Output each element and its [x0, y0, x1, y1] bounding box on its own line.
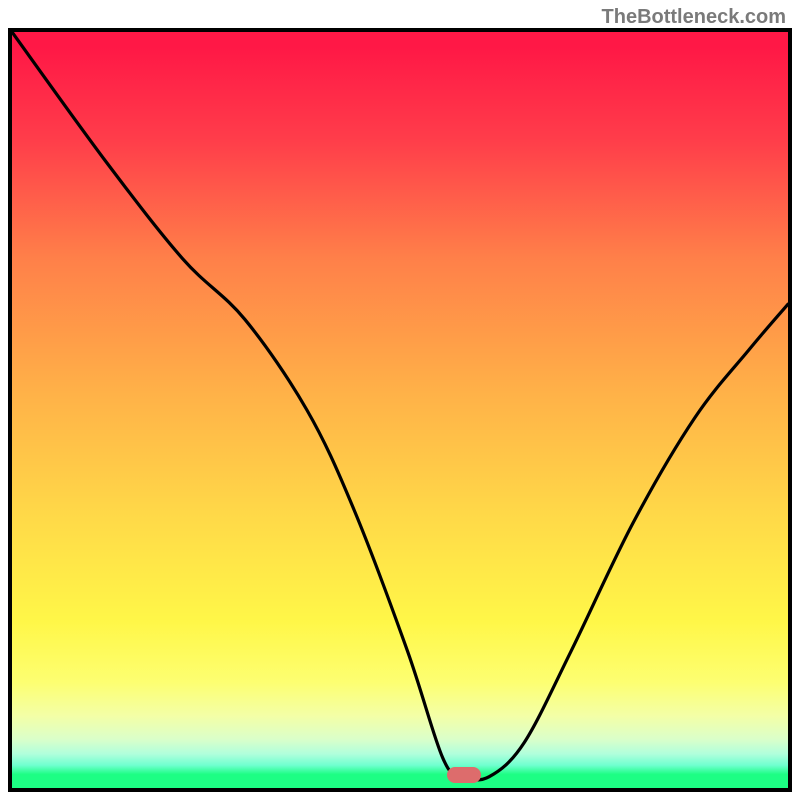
watermark-text: TheBottleneck.com [602, 6, 786, 29]
optimal-marker [447, 767, 481, 783]
chart-frame [8, 28, 792, 792]
bottleneck-curve [12, 32, 788, 788]
